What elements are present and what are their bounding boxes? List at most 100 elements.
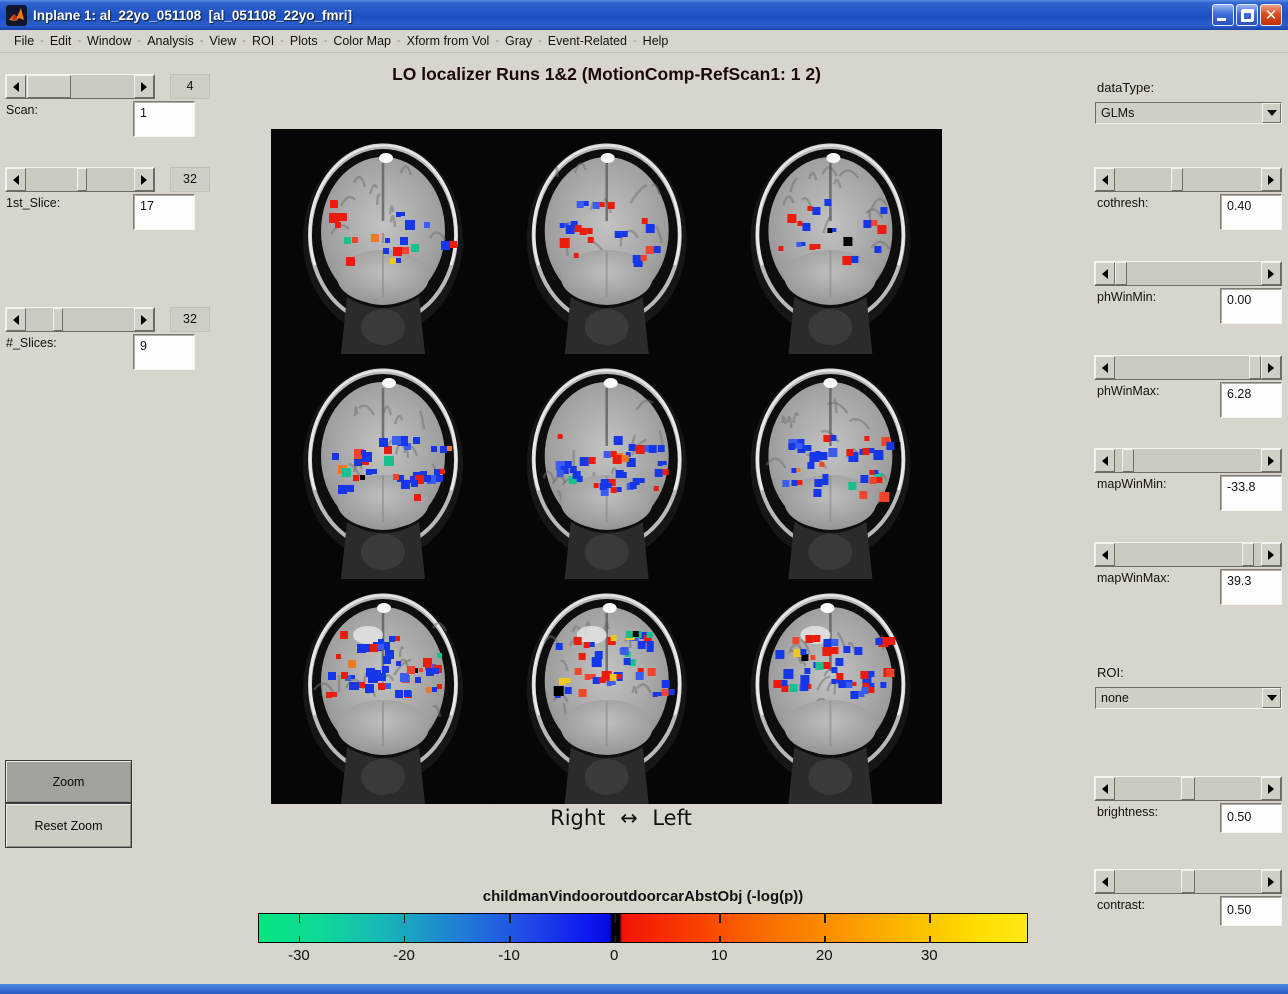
first-slice-slider[interactable] [5, 167, 155, 192]
mapwinmin-input[interactable]: -33.8 [1220, 475, 1282, 511]
slider-trough[interactable] [1115, 543, 1261, 566]
colorbar-tick-label: -10 [498, 947, 520, 964]
slider-arrow-left[interactable] [1095, 262, 1115, 285]
slider-trough[interactable] [1115, 262, 1261, 285]
menu-item-analysis[interactable]: Analysis [141, 32, 200, 50]
num-slices-input[interactable]: 9 [133, 334, 195, 370]
colorbar-tick [509, 914, 511, 923]
brightness-input[interactable]: 0.50 [1220, 803, 1282, 833]
slider-arrow-left[interactable] [6, 75, 26, 98]
slider-arrow-left[interactable] [1095, 449, 1115, 472]
contrast-input[interactable]: 0.50 [1220, 896, 1282, 926]
menu-item-plots[interactable]: Plots [284, 32, 324, 50]
menu-item-file[interactable]: File [8, 32, 40, 50]
menubar: File-Edit-Window-Analysis-View-ROI-Plots… [0, 30, 1288, 53]
roi-dropdown[interactable]: none [1095, 687, 1282, 709]
slider-arrow-right[interactable] [134, 308, 154, 331]
colorbar-tick [614, 936, 616, 942]
reset-zoom-button[interactable]: Reset Zoom [5, 803, 132, 848]
menu-item-color-map[interactable]: Color Map [327, 32, 397, 50]
titlebar[interactable]: Inplane 1: al_22yo_051108 [al_051108_22y… [0, 0, 1288, 30]
roi-dropdown-button[interactable] [1262, 688, 1281, 708]
slider-arrow-left[interactable] [1095, 777, 1115, 800]
menu-item-xform-from-vol[interactable]: Xform from Vol [401, 32, 496, 50]
zoom-button[interactable]: Zoom [5, 760, 132, 803]
slider-trough[interactable] [1115, 870, 1261, 893]
slider-trough[interactable] [1115, 356, 1261, 379]
num-slices-slider[interactable] [5, 307, 155, 332]
slider-arrow-right[interactable] [1261, 449, 1281, 472]
menu-item-roi[interactable]: ROI [246, 32, 280, 50]
arrow-left-icon [13, 82, 19, 92]
arrow-right-icon [1268, 550, 1274, 560]
arrow-left-icon [1102, 363, 1108, 373]
slider-arrow-left[interactable] [1095, 870, 1115, 893]
slider-trough[interactable] [26, 168, 134, 191]
slider-trough[interactable] [1115, 168, 1261, 191]
slider-thumb[interactable] [53, 308, 63, 331]
first-slice-input[interactable]: 17 [133, 194, 195, 230]
slider-arrow-right[interactable] [134, 168, 154, 191]
slider-arrow-left[interactable] [1095, 168, 1115, 191]
slider-arrow-left[interactable] [6, 308, 26, 331]
datatype-dropdown-button[interactable] [1262, 103, 1281, 123]
slider-arrow-right[interactable] [1261, 870, 1281, 893]
menu-item-gray[interactable]: Gray [499, 32, 538, 50]
slider-arrow-left[interactable] [1095, 356, 1115, 379]
slider-arrow-right[interactable] [1261, 356, 1281, 379]
restore-button[interactable] [1236, 4, 1258, 26]
slider-arrow-right[interactable] [1261, 262, 1281, 285]
scan-slider[interactable] [5, 74, 155, 99]
slider-trough[interactable] [1115, 777, 1261, 800]
arrow-left-icon [1102, 269, 1108, 279]
slider-arrow-left[interactable] [6, 168, 26, 191]
menu-item-window[interactable]: Window [81, 32, 137, 50]
colorbar-tick-label: 10 [711, 947, 728, 964]
mapwinmax-label: mapWinMax: [1097, 571, 1170, 585]
mapwinmax-slider[interactable] [1094, 542, 1282, 567]
mapwinmax-input[interactable]: 39.3 [1220, 569, 1282, 605]
brightness-slider[interactable] [1094, 776, 1282, 801]
slider-thumb[interactable] [1171, 168, 1183, 191]
mapwinmin-slider[interactable] [1094, 448, 1282, 473]
slider-thumb[interactable] [1115, 262, 1127, 285]
close-button[interactable]: ✕ [1260, 4, 1282, 26]
arrow-right-icon [1268, 363, 1274, 373]
slider-trough[interactable] [26, 308, 134, 331]
slider-arrow-left[interactable] [1095, 543, 1115, 566]
phwinmax-input[interactable]: 6.28 [1220, 382, 1282, 418]
phwinmin-slider[interactable] [1094, 261, 1282, 286]
colorbar-tick [719, 914, 721, 923]
phwinmin-input[interactable]: 0.00 [1220, 288, 1282, 324]
slider-thumb[interactable] [77, 168, 87, 191]
slider-thumb[interactable] [1242, 543, 1254, 566]
colorbar-tick [299, 914, 301, 923]
phwinmax-slider[interactable] [1094, 355, 1282, 380]
minimize-button[interactable] [1212, 4, 1234, 26]
slider-thumb[interactable] [1249, 356, 1261, 379]
slider-arrow-right[interactable] [1261, 543, 1281, 566]
menu-item-help[interactable]: Help [637, 32, 675, 50]
menu-item-event-related[interactable]: Event-Related [542, 32, 633, 50]
cothresh-slider[interactable] [1094, 167, 1282, 192]
cothresh-input[interactable]: 0.40 [1220, 194, 1282, 230]
slider-arrow-right[interactable] [134, 75, 154, 98]
slider-thumb[interactable] [1181, 870, 1195, 893]
slider-trough[interactable] [26, 75, 134, 98]
datatype-selected-value: GLMs [1096, 103, 1262, 123]
scan-max-value: 4 [170, 74, 210, 99]
menu-item-view[interactable]: View [203, 32, 242, 50]
menu-item-edit[interactable]: Edit [44, 32, 78, 50]
contrast-slider[interactable] [1094, 869, 1282, 894]
slider-thumb[interactable] [27, 75, 71, 98]
brain-montage-image[interactable] [271, 129, 942, 804]
slider-trough[interactable] [1115, 449, 1261, 472]
slider-thumb[interactable] [1122, 449, 1134, 472]
slider-arrow-right[interactable] [1261, 777, 1281, 800]
slider-thumb[interactable] [1181, 777, 1195, 800]
scan-input[interactable]: 1 [133, 101, 195, 137]
datatype-dropdown[interactable]: GLMs [1095, 102, 1282, 124]
slider-arrow-right[interactable] [1261, 168, 1281, 191]
colorbar-tick [404, 914, 406, 923]
brightness-label: brightness: [1097, 805, 1158, 819]
